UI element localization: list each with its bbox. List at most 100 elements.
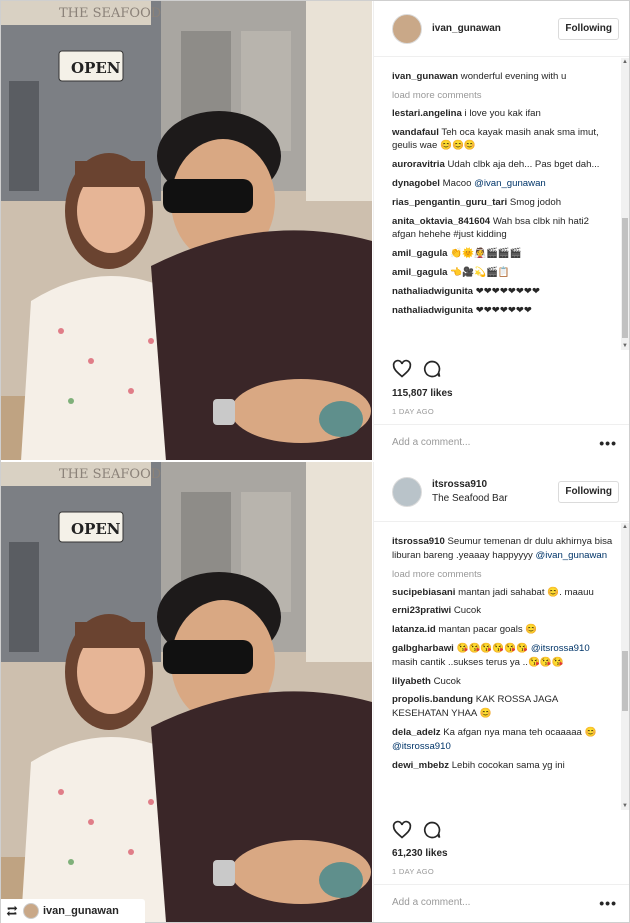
caption: itsrossa910 Seumur temenan dr dulu akhir… [392,535,615,563]
likes-count[interactable]: 115,807 likes [392,388,453,399]
comment-text: ❤❤❤❤❤❤❤❤ [475,285,541,297]
comment-username[interactable]: propolis.bandung [392,694,473,705]
comment-item: rias_pengantin_guru_tari Smog jodoh [392,196,615,210]
comment-username[interactable]: sucipebiasani [392,587,455,598]
comment-item: dynagobel Macoo @ivan_gunawan [392,177,615,191]
repost-attribution-bar: ivan_gunawan [1,899,145,923]
comment-mention[interactable]: @ivan_gunawan [535,550,607,561]
comment-username[interactable]: nathaliadwigunita [392,286,473,297]
comments-scrollbar[interactable]: ▲ ▼ [621,523,629,810]
comment-item: dela_adelz Ka afgan nya mana teh ocaaaaa… [392,726,615,754]
repost-username[interactable]: ivan_gunawan [43,905,119,917]
repost-avatar[interactable] [23,903,39,919]
add-comment-input[interactable] [392,897,600,908]
comment-item: auroravitria Udah clbk aja deh... Pas bg… [392,158,615,172]
more-options-icon[interactable]: ••• [599,895,617,911]
comment-username[interactable]: dynagobel [392,178,440,189]
comment-list: itsrossa910 Seumur temenan dr dulu akhir… [374,523,629,807]
post-side-panel: itsrossa910 The Seafood Bar Following it… [373,462,629,922]
comment-item: amil_gagula 👈🎥💫🎬📋 [392,266,615,280]
comment-item: amil_gagula 👏🌞👰🎬🎬🎬 [392,247,615,261]
comment-text: ❤❤❤❤❤❤❤ [475,304,532,316]
comment-username[interactable]: latanza.id [392,624,436,635]
comment-text: Udah clbk aja deh... Pas bget dah... [447,159,600,171]
comment-username[interactable]: lestari.angelina [392,108,462,119]
post-photo[interactable]: THE SEAFOOD OPEN [1,462,372,922]
scroll-down-arrow-icon[interactable]: ▼ [621,342,629,350]
comment-bubble-icon[interactable] [422,820,442,840]
more-options-icon[interactable]: ••• [599,435,617,451]
user-avatar[interactable] [392,476,422,507]
post-actions [392,820,442,842]
scroll-thumb[interactable] [622,218,628,338]
comment-item: lilyabeth Cucok [392,675,615,689]
open-sign-text: OPEN [71,520,121,538]
comment-item: galbgharbawi 😘😘😘😘😘😘 @itsrossa910 masih c… [392,642,615,670]
load-more-comments-link[interactable]: load more comments [392,568,615,581]
comment-text: Ka afgan nya mana teh ocaaaaa 😊 [443,726,597,738]
post-header: ivan_gunawan Following [374,1,629,57]
comment-username[interactable]: wandafaul [392,127,439,138]
add-comment-input[interactable] [392,437,600,448]
comment-username[interactable]: amil_gagula [392,267,447,278]
header-user-info: itsrossa910 The Seafood Bar [432,478,558,506]
comments-scrollbar[interactable]: ▲ ▼ [621,58,629,350]
post-side-panel: ivan_gunawan Following ivan_gunawan wond… [373,1,629,460]
user-avatar[interactable] [392,13,422,44]
comment-mention[interactable]: @itsrossa910 [392,741,451,752]
comment-username[interactable]: rias_pengantin_guru_tari [392,197,507,208]
comment-username[interactable]: auroravitria [392,159,445,170]
comment-item: dewi_mbebz Lebih cocokan sama yg ini [392,759,615,773]
heart-icon[interactable] [392,359,412,379]
following-button[interactable]: Following [558,480,619,503]
open-sign-text: OPEN [71,59,121,77]
post-timestamp[interactable]: 1 DAY AGO [392,407,434,416]
header-user-info: ivan_gunawan [432,22,558,36]
scroll-up-arrow-icon[interactable]: ▲ [621,58,629,66]
post-location[interactable]: The Seafood Bar [432,492,558,506]
comment-bubble-icon[interactable] [422,359,442,379]
comment-username[interactable]: galbgharbawi [392,643,454,654]
comment-username[interactable]: ivan_gunawan [392,71,458,82]
post-photo[interactable]: THE SEAFOOD OPEN [1,1,372,460]
load-more-comments-link[interactable]: load more comments [392,89,615,102]
caption: ivan_gunawan wonderful evening with u [392,70,615,84]
comment-text: masih cantik ..sukses terus ya ..😘😘😘 [392,656,564,668]
post-actions [392,359,442,381]
comment-item: nathaliadwigunita ❤❤❤❤❤❤❤❤ [392,285,615,299]
post-username[interactable]: itsrossa910 [432,478,558,492]
comment-username[interactable]: lilyabeth [392,676,431,687]
comment-username[interactable]: amil_gagula [392,248,447,259]
comment-text: 😘😘😘😘😘😘 [456,642,529,654]
comment-username[interactable]: itsrossa910 [392,536,445,547]
comment-text: wonderful evening with u [460,71,567,82]
comment-username[interactable]: dela_adelz [392,727,441,738]
scroll-thumb[interactable] [622,651,628,711]
scroll-up-arrow-icon[interactable]: ▲ [621,523,629,531]
scroll-down-arrow-icon[interactable]: ▼ [621,802,629,810]
following-button[interactable]: Following [558,17,619,40]
comment-item: anita_oktavia_841604 Wah bsa clbk nih ha… [392,215,615,243]
comment-username[interactable]: nathaliadwigunita [392,305,473,316]
post-username[interactable]: ivan_gunawan [432,22,558,36]
comment-username[interactable]: erni23pratiwi [392,605,451,616]
comment-list: ivan_gunawan wonderful evening with u lo… [374,58,629,346]
add-comment-bar: ••• [374,424,629,460]
comment-mention[interactable]: @itsrossa910 [531,643,590,654]
instagram-post: THE SEAFOOD OPEN [1,462,629,922]
heart-icon[interactable] [392,820,412,840]
comment-text: 👏🌞👰🎬🎬🎬 [450,248,522,260]
likes-count[interactable]: 61,230 likes [392,848,448,859]
comment-mention[interactable]: @ivan_gunawan [474,178,546,189]
repost-icon [6,905,18,917]
comment-text: i love you kak ifan [464,107,541,119]
comment-username[interactable]: dewi_mbebz [392,760,449,771]
comment-text: Cucok [433,675,461,687]
comment-text: Smog jodoh [509,196,562,208]
comment-username[interactable]: anita_oktavia_841604 [392,216,490,227]
comment-text: Cucok [453,605,482,617]
comment-item: wandafaul Teh oca kayak masih anak sma i… [392,126,615,154]
comment-item: latanza.id mantan pacar goals 😊 [392,623,615,637]
post-timestamp[interactable]: 1 DAY AGO [392,867,434,876]
comment-item: propolis.bandung KAK ROSSA JAGA KESEHATA… [392,693,615,721]
